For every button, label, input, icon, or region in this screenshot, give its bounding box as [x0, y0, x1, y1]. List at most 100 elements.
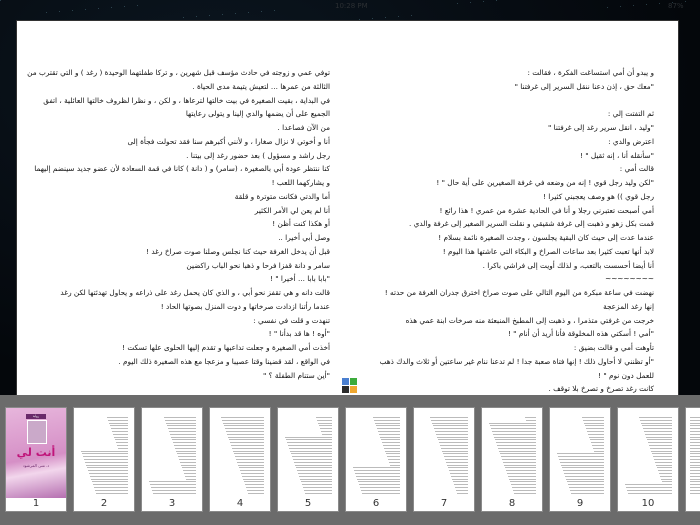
thumbnail-text-line — [508, 475, 536, 477]
text-line: تأوهت أمي و قالت بضيق : — [573, 343, 654, 352]
thumbnail-text-line — [83, 456, 128, 458]
text-line: و يبدو أن أمي استساغت الفكرة ، فقالت : — [527, 68, 654, 77]
thumbnail-text-line — [690, 487, 700, 488]
star — [646, 4, 647, 5]
thumbnail-text-line — [690, 484, 700, 486]
page-thumbnail[interactable]: 7 — [413, 407, 475, 512]
page-number: 8 — [508, 498, 516, 509]
thumbnail-text-line — [649, 445, 672, 446]
thumbnail-text-line — [639, 417, 672, 418]
book-spread[interactable]: توفي عمي و زوجته في حادث مؤسف قبل شهرين … — [16, 20, 679, 397]
text-line: اعترض والدي : — [608, 136, 654, 146]
star — [385, 17, 386, 18]
thumbnail-text-line — [304, 489, 332, 491]
thumbnail-text-line — [454, 484, 468, 486]
thumbnail-text-line — [246, 487, 264, 488]
thumbnail-text-line — [444, 456, 468, 458]
page-thumbnail[interactable]: رواية أنت لي د. منى المرشود 1 — [5, 407, 67, 512]
star — [248, 12, 249, 13]
star — [137, 5, 138, 6]
thumbnail-text-line — [655, 461, 672, 463]
thumbnail-text-line — [647, 439, 672, 441]
thumbnail-text-line — [658, 470, 672, 472]
thumbnail-text-line — [302, 484, 332, 486]
thumbnail-text-line — [224, 425, 264, 427]
page-number: 5 — [304, 498, 312, 509]
thumbnail-text-line — [96, 492, 128, 494]
star — [209, 15, 210, 16]
thumbnail-text-line — [435, 431, 468, 432]
text-line: أمي أصبحت تعتبرني رجلا و أنا في الحادية … — [439, 205, 654, 215]
grid-view-icon[interactable] — [342, 378, 357, 393]
thumbnail-text-line — [442, 450, 468, 452]
thumbnail-text-line — [386, 453, 400, 455]
thumbnail-text-line — [563, 470, 604, 472]
thumbnail-text-line — [111, 428, 128, 430]
cover-title: أنت لي — [16, 446, 56, 459]
thumbnail-text-line — [186, 478, 196, 480]
thumbnail-text-line — [181, 464, 196, 466]
thumbnail-text-line — [176, 450, 196, 452]
grid-square — [342, 386, 349, 393]
thumbnail-text-line — [511, 484, 536, 486]
text-line: قبل أن يدخل الغرفة حيث كنا نجلس وصلنا صو… — [146, 246, 330, 256]
star — [98, 8, 99, 9]
thumbnail-text-line — [182, 467, 196, 469]
thumbnail-text-line — [507, 473, 536, 474]
page-thumbnail[interactable]: 4 — [209, 407, 271, 512]
thumbnail-text-line — [494, 436, 536, 438]
thumbnail-text-line — [225, 428, 264, 430]
thumbnail-text-line — [289, 447, 332, 449]
thumbnail-text-line — [294, 461, 332, 463]
page-thumbnail[interactable]: 10 — [617, 407, 679, 512]
thumbnail-text-line — [560, 461, 604, 463]
thumbnail-text-line — [172, 439, 196, 441]
thumbnail-text-line — [247, 489, 264, 491]
star — [72, 10, 73, 11]
thumbnail-text-line — [526, 419, 536, 421]
thumbnail-text-line — [383, 445, 400, 446]
thumbnail-text-line — [436, 433, 468, 435]
thumbnail-text-line — [165, 419, 196, 421]
thumbnail-text-line — [690, 442, 700, 444]
thumbnail-text-line — [690, 456, 700, 458]
page-thumbnail[interactable]: 9 — [549, 407, 611, 512]
text-line: أو هكذا كنت أظن ! — [272, 219, 330, 229]
page-thumbnail-strip[interactable]: رواية أنت لي د. منى المرشود 1 2 3 4 5 6 7 8 9 10 — [0, 395, 700, 525]
thumbnail-text-line — [642, 425, 672, 427]
star — [607, 7, 608, 8]
star — [659, 3, 660, 4]
text-line: نهضت في ساعة مبكرة من اليوم التالي على ص… — [384, 288, 654, 297]
thumbnail-text-line — [512, 487, 536, 488]
star — [274, 10, 275, 11]
thumbnail-text-line — [592, 445, 604, 446]
page-thumbnail[interactable]: 5 — [277, 407, 339, 512]
thumbnail-text-line — [221, 417, 264, 418]
thumbnail-text-line — [114, 436, 128, 438]
thumbnail-text-line — [237, 461, 264, 463]
thumbnail-text-line — [690, 428, 700, 430]
text-line: للعمل دون نوم " ! — [598, 370, 654, 380]
text-line: الجميع على أن يضمها والدي إلينا و يتولى … — [185, 109, 330, 119]
page-thumbnail[interactable]: 8 — [481, 407, 543, 512]
page-thumbnail[interactable]: 2 — [73, 407, 135, 512]
text-line: ثم التفتت إلي : — [607, 109, 654, 119]
star — [398, 16, 399, 17]
star — [124, 6, 125, 7]
thumbnail-text-line — [116, 442, 128, 444]
star — [633, 5, 634, 6]
thumbnail-text-line — [91, 478, 128, 480]
thumbnail-text-line — [562, 467, 604, 469]
thumbnail-text-line — [499, 450, 536, 452]
thumbnail-text-line — [627, 489, 672, 491]
page-thumbnail[interactable] — [685, 407, 700, 512]
page-thumbnail[interactable]: 3 — [141, 407, 203, 512]
page-thumbnail[interactable]: 6 — [345, 407, 407, 512]
thumbnail-text-line — [590, 439, 604, 441]
thumbnail-text-line — [588, 433, 604, 435]
page-number: 6 — [372, 498, 380, 509]
thumbnail-text-line — [525, 417, 536, 418]
thumbnail-text-line — [85, 461, 128, 463]
text-line: عندما عدت إلى حيث كان البقية يجلسون ، وج… — [438, 233, 654, 242]
thumbnail-text-line — [690, 453, 700, 455]
